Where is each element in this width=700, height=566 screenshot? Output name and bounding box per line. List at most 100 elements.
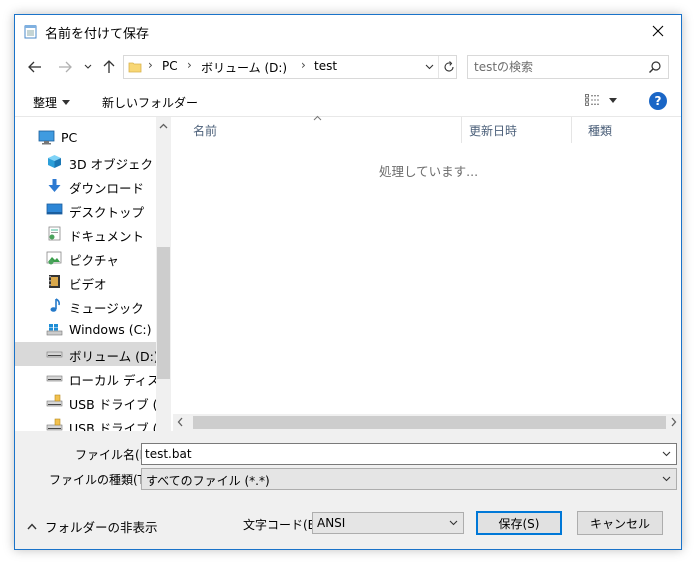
close-button[interactable] — [635, 15, 681, 47]
recent-locations-button[interactable] — [81, 57, 95, 77]
refresh-icon — [443, 61, 454, 72]
nav-item[interactable]: ドキュメント — [15, 222, 156, 246]
chevron-up-icon — [27, 523, 37, 530]
close-icon — [652, 25, 664, 37]
scroll-right-icon[interactable] — [671, 417, 677, 427]
filename-input[interactable] — [145, 446, 645, 462]
forward-arrow-icon — [59, 61, 72, 73]
organize-button[interactable]: 整理 — [33, 94, 71, 111]
nav-item[interactable]: ミュージック — [15, 294, 156, 318]
nav-item-label: ボリューム (D:) — [69, 349, 156, 364]
hide-folders-button[interactable]: フォルダーの非表示 — [27, 517, 158, 536]
breadcrumb-pc[interactable]: PC — [162, 59, 178, 73]
sort-ascending-icon — [313, 115, 322, 121]
nav-item-label: ダウンロード — [69, 181, 145, 196]
nav-item-label: Windows (C:) — [69, 322, 152, 337]
scroll-left-icon[interactable] — [177, 417, 183, 427]
nav-item[interactable]: PC — [15, 126, 156, 150]
address-bar[interactable]: › PC › ボリューム (D:) › test — [123, 55, 457, 79]
drive-icon — [46, 346, 63, 361]
up-button[interactable] — [99, 57, 119, 77]
document-icon — [46, 226, 63, 241]
chevron-down-icon — [449, 520, 457, 526]
nav-item[interactable]: デスクトップ — [15, 198, 156, 222]
filename-dropdown-button[interactable] — [660, 447, 672, 461]
nav-item[interactable]: ボリューム (D:) — [15, 342, 156, 366]
search-input[interactable] — [474, 58, 644, 76]
cube-icon — [46, 154, 63, 169]
column-header-type[interactable]: 種類 — [572, 117, 681, 143]
nav-item[interactable]: ビデオ — [15, 270, 156, 294]
encoding-value: ANSI — [317, 516, 346, 530]
command-bar: 整理 新しいフォルダー ? — [15, 87, 681, 117]
forward-button[interactable] — [55, 57, 75, 77]
nav-item[interactable]: USB ドライブ ( — [15, 390, 156, 414]
breadcrumb-test[interactable]: test — [314, 59, 337, 73]
new-folder-button[interactable]: 新しいフォルダー — [102, 94, 198, 111]
drive-icon — [46, 370, 63, 385]
chevron-down-icon — [662, 451, 670, 457]
change-view-button[interactable] — [585, 94, 617, 106]
help-button[interactable]: ? — [649, 92, 667, 110]
filename-combobox[interactable] — [141, 443, 677, 465]
nav-item[interactable]: ピクチャ — [15, 246, 156, 270]
organize-label: 整理 — [33, 96, 58, 110]
column-header-name[interactable]: 名前 — [173, 115, 462, 143]
nav-item-label: ドキュメント — [69, 229, 145, 244]
file-horizontal-scrollbar[interactable] — [173, 414, 681, 431]
nav-item-label: ミュージック — [69, 301, 144, 316]
back-button[interactable] — [25, 57, 45, 77]
save-as-dialog: 名前を付けて保存 › PC › ボリューム (D:) › test testの検… — [14, 14, 682, 550]
nav-item-label: ビデオ — [69, 277, 107, 292]
download-icon — [46, 178, 63, 193]
picture-icon — [46, 250, 63, 265]
nav-item-label: ピクチャ — [69, 253, 119, 268]
nav-item[interactable]: 3D オブジェクト — [15, 150, 156, 174]
title-bar: 名前を付けて保存 — [15, 15, 681, 47]
nav-item[interactable]: ローカル ディスク — [15, 366, 156, 390]
breadcrumb-separator: › — [301, 58, 306, 72]
caret-down-icon — [609, 97, 617, 103]
search-icon — [649, 61, 661, 73]
save-button[interactable]: 保存(S) — [476, 511, 562, 535]
nav-item[interactable]: Windows (C:) — [15, 318, 156, 342]
nav-item[interactable]: USB ドライブ (I: — [15, 414, 156, 431]
usb-drive-icon — [46, 418, 63, 431]
chevron-down-icon — [425, 64, 433, 70]
cancel-button[interactable]: キャンセル — [577, 511, 663, 535]
encoding-dropdown-button[interactable] — [447, 516, 459, 530]
nav-item-label: ローカル ディスク — [69, 373, 156, 388]
refresh-button[interactable] — [438, 56, 458, 78]
main-area: PC 3D オブジェクト ダウンロードデスクトップドキュメント ピクチャビデオミュージ… — [15, 115, 681, 431]
address-dropdown-button[interactable] — [420, 56, 438, 78]
navigation-pane: PC 3D オブジェクト ダウンロードデスクトップドキュメント ピクチャビデオミュージ… — [15, 117, 171, 431]
column-header-name-label: 名前 — [193, 123, 218, 138]
column-header-modified-label: 更新日時 — [469, 123, 518, 138]
nav-item-label: USB ドライブ ( — [69, 397, 156, 412]
column-header-modified[interactable]: 更新日時 — [462, 117, 572, 143]
column-header-type-label: 種類 — [588, 123, 613, 138]
details-view-icon — [585, 94, 600, 106]
pc-icon — [38, 130, 55, 145]
nav-item-label: 3D オブジェクト — [69, 157, 156, 172]
scroll-up-icon[interactable] — [159, 123, 168, 129]
filetype-value: すべてのファイル (*.*) — [146, 474, 270, 488]
nav-vertical-scrollbar[interactable] — [156, 117, 171, 431]
up-arrow-icon — [103, 60, 115, 73]
music-icon — [46, 298, 63, 313]
hide-folders-label: フォルダーの非表示 — [45, 520, 158, 535]
nav-item-label: USB ドライブ (I: — [69, 421, 156, 431]
breadcrumb-separator: › — [187, 58, 192, 72]
nav-item[interactable]: ダウンロード — [15, 174, 156, 198]
nav-item-label: PC — [61, 130, 78, 145]
search-box[interactable] — [467, 55, 669, 79]
filetype-label: ファイルの種類(T): — [49, 473, 154, 487]
nav-scrollbar-thumb[interactable] — [157, 247, 170, 379]
breadcrumb-volume-d[interactable]: ボリューム (D:) — [201, 59, 287, 76]
desktop-icon — [46, 202, 63, 217]
filetype-dropdown-button[interactable] — [660, 472, 672, 486]
filetype-dropdown[interactable]: すべてのファイル (*.*) — [141, 468, 677, 490]
chevron-down-icon — [662, 476, 670, 482]
file-scrollbar-thumb[interactable] — [193, 416, 666, 429]
encoding-dropdown[interactable]: ANSI — [312, 512, 464, 534]
